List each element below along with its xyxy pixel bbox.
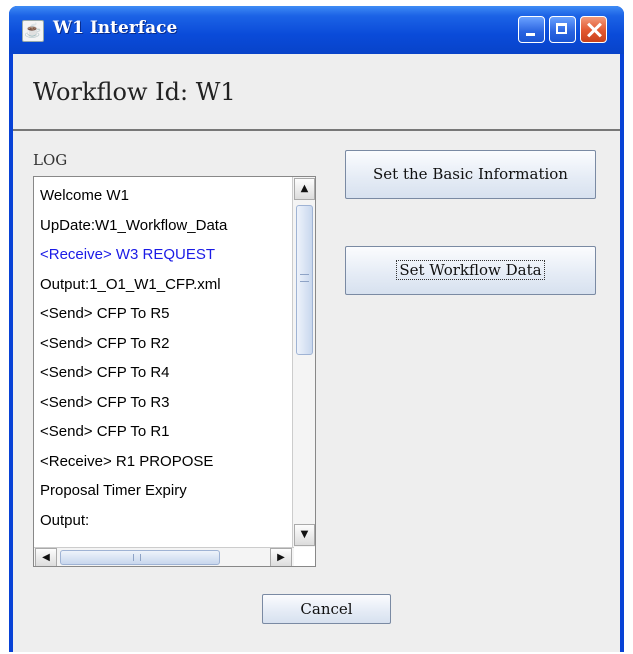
log-line[interactable]: Output: [40,506,290,536]
title-bar[interactable]: ☕ W1 Interface [9,6,624,54]
header-divider [13,129,620,131]
arrow-down-icon: ▼ [300,529,309,540]
log-line[interactable]: <Send> CFP To R4 [40,358,290,388]
grip-icon [300,274,309,282]
set-workflow-data-button[interactable]: Set Workflow Data [345,246,596,295]
arrow-up-icon: ▲ [300,183,309,194]
grip-icon [133,554,141,561]
log-line[interactable]: <Receive> R1 PROPOSE [40,447,290,477]
arrow-right-icon: ▶ [277,552,285,563]
scroll-up-button[interactable]: ▲ [294,178,315,200]
scroll-down-button[interactable]: ▼ [294,524,315,546]
scroll-left-button[interactable]: ◀ [35,548,57,566]
app-window: ☕ W1 Interface Workflow Id: W1 LOG Welco… [9,6,624,652]
log-label: LOG [33,151,68,169]
vertical-scroll-thumb[interactable] [296,205,313,355]
log-line[interactable]: <Send> CFP To R3 [40,388,290,418]
scroll-right-button[interactable]: ▶ [270,548,292,566]
log-line[interactable]: Welcome W1 [40,181,290,211]
window-title: W1 Interface [53,18,178,38]
log-line[interactable]: Output:1_O1_W1_CFP.xml [40,270,290,300]
log-line[interactable]: <Send> CFP To R2 [40,329,290,359]
log-line[interactable]: <Send> CFP To R5 [40,299,290,329]
workflow-id-label: Workflow Id: W1 [33,78,236,106]
log-line[interactable]: Proposal Timer Expiry [40,476,290,506]
set-basic-information-button[interactable]: Set the Basic Information [345,150,596,199]
horizontal-scrollbar[interactable]: ◀ ▶ [34,547,294,566]
window-content: Workflow Id: W1 LOG Welcome W1 UpDate:W1… [13,54,620,652]
cancel-button[interactable]: Cancel [262,594,391,624]
log-line[interactable]: <Send> CFP To R1 [40,417,290,447]
set-workflow-data-label: Set Workflow Data [396,260,545,280]
log-line-selected[interactable]: <Receive> W3 REQUEST [40,240,290,270]
minimize-button[interactable] [518,16,545,43]
maximize-button[interactable] [549,16,576,43]
log-panel[interactable]: Welcome W1 UpDate:W1_Workflow_Data <Rece… [33,176,316,567]
log-line[interactable]: UpDate:W1_Workflow_Data [40,211,290,241]
horizontal-scroll-thumb[interactable] [60,550,220,565]
arrow-left-icon: ◀ [42,552,50,563]
log-list[interactable]: Welcome W1 UpDate:W1_Workflow_Data <Rece… [40,181,290,549]
close-button[interactable] [580,16,607,43]
java-cup-icon[interactable]: ☕ [22,20,44,42]
vertical-scrollbar[interactable]: ▲ ▼ [292,177,315,547]
